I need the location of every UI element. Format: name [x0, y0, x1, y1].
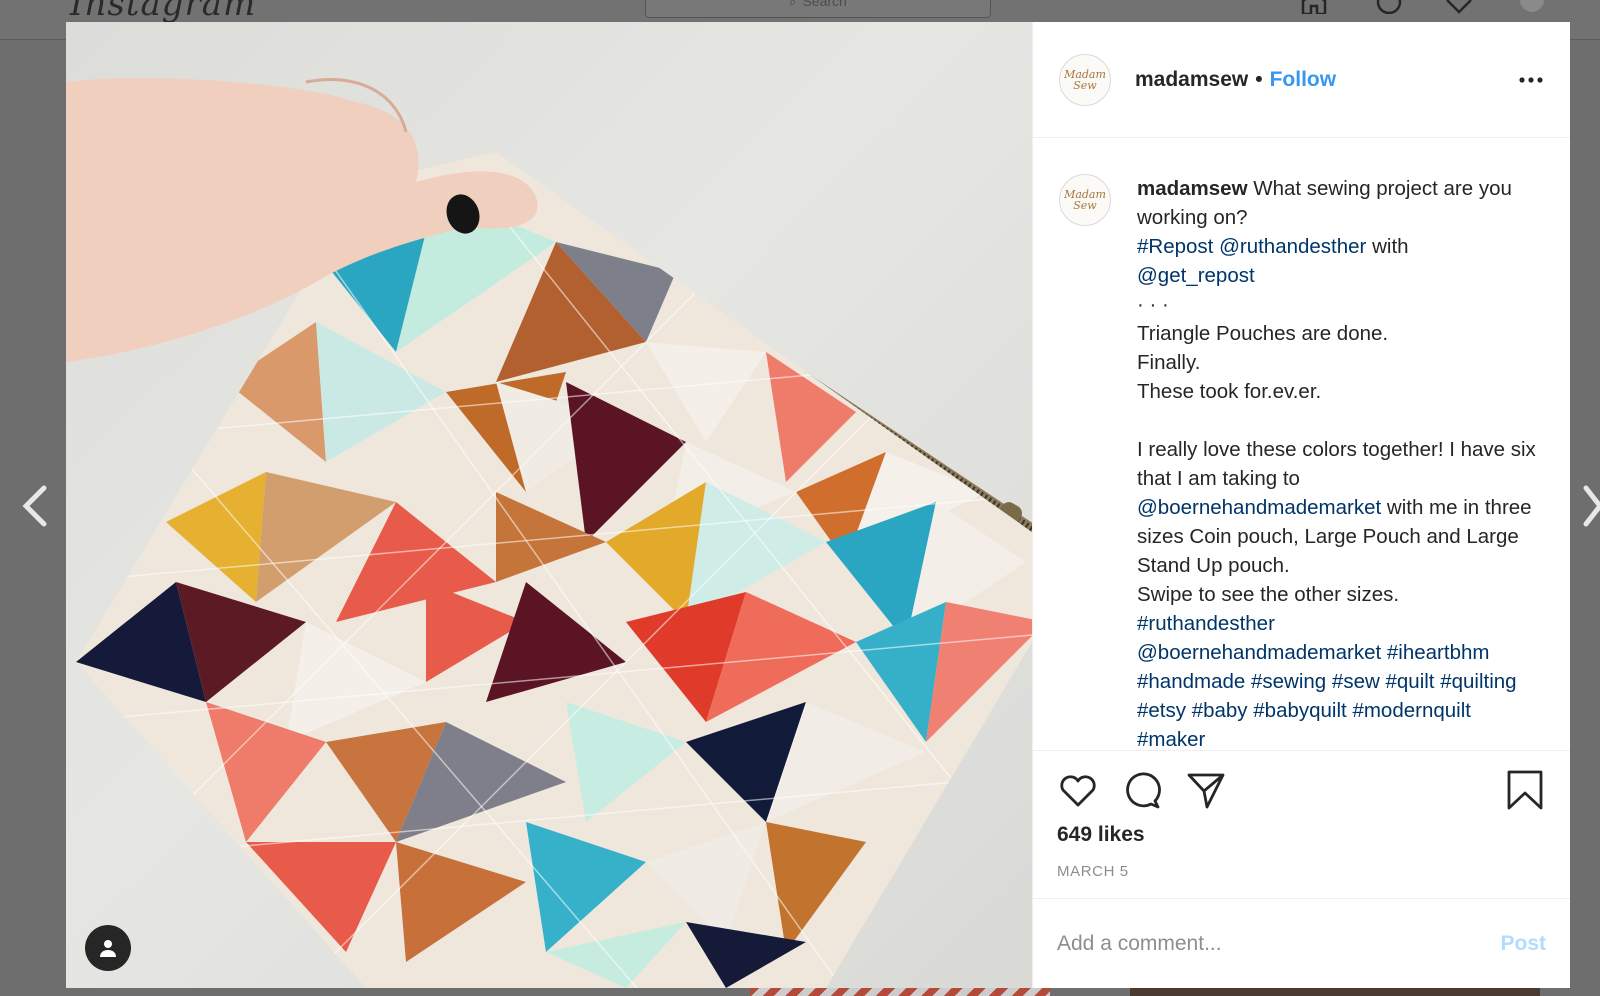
- comment-form: Post: [1033, 898, 1570, 988]
- caption-line: #Repost @ruthandesther with: [1137, 232, 1544, 261]
- caption-text-fragment: These took for.ev.er.: [1137, 380, 1322, 403]
- caption-username[interactable]: madamsew: [1137, 177, 1248, 200]
- quilted-pouch-photo: [66, 77, 1032, 988]
- caption-link[interactable]: @boernehandmademarket: [1137, 641, 1381, 664]
- caption-line: @get_repost: [1137, 261, 1544, 290]
- caption-link[interactable]: #modernquilt: [1352, 699, 1471, 722]
- caption: Madam Sew madamsew What sewing project a…: [1059, 174, 1544, 750]
- explore-icon: [1375, 0, 1403, 15]
- share-button[interactable]: [1185, 769, 1227, 811]
- avatar-logo-text: Madam Sew: [1064, 188, 1106, 212]
- comments-section[interactable]: Madam Sew madamsew What sewing project a…: [1033, 138, 1570, 750]
- action-bar: [1057, 751, 1546, 829]
- previous-post-button[interactable]: [20, 484, 50, 528]
- profile-icon: [1518, 0, 1546, 14]
- instagram-logo: Instagram: [70, 0, 257, 24]
- caption-link[interactable]: #iheartbhm: [1387, 641, 1490, 664]
- caption-link[interactable]: #sew: [1332, 670, 1380, 693]
- caption-line: These took for.ev.er.: [1137, 377, 1544, 406]
- caption-text-fragment: with: [1366, 235, 1409, 258]
- share-icon: [1187, 773, 1225, 809]
- caption-text-fragment: Swipe to see the other sizes.: [1137, 583, 1400, 606]
- caption-link[interactable]: #Repost: [1137, 235, 1213, 258]
- caption-line: Swipe to see the other sizes.: [1137, 580, 1544, 609]
- caption-line: · · ·: [1137, 290, 1544, 319]
- caption-line: [1137, 406, 1544, 435]
- search-icon: ⌕: [789, 0, 797, 9]
- next-post-button[interactable]: [1582, 484, 1600, 528]
- caption-text-fragment: Triangle Pouches are done.: [1137, 322, 1389, 345]
- caption-text-fragment: Finally.: [1137, 351, 1201, 374]
- background-search-box: ⌕ Search: [645, 0, 991, 18]
- comment-icon: [1126, 772, 1161, 809]
- caption-text-fragment: · · ·: [1137, 293, 1169, 316]
- caption-link[interactable]: #handmade: [1137, 670, 1245, 693]
- save-button[interactable]: [1504, 769, 1546, 811]
- caption-link[interactable]: #etsy: [1137, 699, 1186, 722]
- more-options-button[interactable]: [1518, 68, 1544, 92]
- follow-button[interactable]: Follow: [1270, 68, 1337, 92]
- author-username[interactable]: madamsew: [1135, 68, 1248, 92]
- post-sidebar: Madam Sew madamsew • Follow Madam Sew ma…: [1032, 22, 1570, 988]
- caption-text-fragment: I really love these colors together! I h…: [1137, 438, 1536, 490]
- tagged-users-button[interactable]: [85, 925, 131, 971]
- avatar-logo-text: Madam Sew: [1064, 67, 1106, 92]
- caption-line: @boernehandmademarket #iheartbhm #handma…: [1137, 638, 1544, 750]
- chevron-right-icon: [1583, 485, 1600, 527]
- user-tag-icon: [100, 940, 116, 957]
- caption-line: #ruthandesther: [1137, 609, 1544, 638]
- caption-link[interactable]: #quilting: [1440, 670, 1516, 693]
- chevron-left-icon: [22, 485, 47, 527]
- post-image[interactable]: [66, 22, 1032, 988]
- caption-link[interactable]: #ruthandesther: [1137, 612, 1275, 635]
- caption-avatar[interactable]: Madam Sew: [1059, 174, 1111, 226]
- caption-link[interactable]: @ruthandesther: [1219, 235, 1366, 258]
- caption-line: I really love these colors together! I h…: [1137, 435, 1544, 580]
- comment-input[interactable]: [1057, 931, 1501, 956]
- post-comment-button[interactable]: Post: [1500, 932, 1546, 956]
- caption-link[interactable]: #baby: [1192, 699, 1248, 722]
- caption-link[interactable]: #babyquilt: [1253, 699, 1346, 722]
- caption-text: madamsew What sewing project are you wor…: [1137, 174, 1544, 750]
- caption-link[interactable]: #quilt: [1385, 670, 1434, 693]
- post-modal: Madam Sew madamsew • Follow Madam Sew ma…: [66, 22, 1570, 988]
- caption-link[interactable]: @get_repost: [1137, 264, 1255, 287]
- more-icon: [1519, 77, 1543, 83]
- search-placeholder: Search: [802, 0, 847, 9]
- save-icon: [1507, 770, 1543, 810]
- caption-line: Finally.: [1137, 348, 1544, 377]
- caption-link[interactable]: #maker: [1137, 728, 1205, 750]
- like-button[interactable]: [1057, 769, 1099, 811]
- separator-dot: •: [1255, 67, 1263, 91]
- author-avatar[interactable]: Madam Sew: [1059, 53, 1111, 106]
- home-icon: [1300, 0, 1328, 16]
- post-header: Madam Sew madamsew • Follow: [1033, 22, 1570, 138]
- post-date[interactable]: MARCH 5: [1057, 863, 1546, 880]
- post-actions: 649 likes MARCH 5: [1033, 750, 1570, 898]
- heart-icon: [1445, 0, 1473, 14]
- caption-link[interactable]: #sewing: [1251, 670, 1326, 693]
- comment-button[interactable]: [1121, 769, 1163, 811]
- like-icon: [1060, 775, 1096, 807]
- caption-line: Triangle Pouches are done.: [1137, 319, 1544, 348]
- caption-link[interactable]: @boernehandmademarket: [1137, 496, 1381, 519]
